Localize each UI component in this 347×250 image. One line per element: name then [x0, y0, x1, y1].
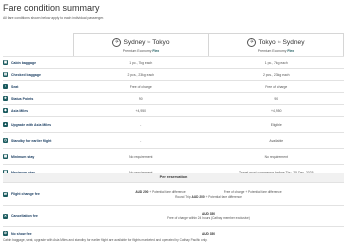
return-value: Available — [269, 138, 284, 143]
route-return: ✈ Tokyo to Sydney Premium Economy Flex — [209, 33, 344, 56]
table-row-asia-miles: ◆ Asia Miles +4,950 +4,950 — [3, 104, 344, 116]
page-subtitle: All fare conditions shown below apply to… — [3, 16, 105, 20]
route-to: Sydney — [282, 38, 305, 46]
route-to-word: to — [277, 40, 281, 44]
return-value: Eligible — [270, 122, 282, 127]
bag-icon: ▣ — [3, 60, 8, 65]
table-row-cabin-baggage: ▣ Cabin baggage 1 pc., 7kg each 1 pc., 7k… — [3, 56, 344, 68]
route-from: Sydney — [123, 38, 146, 46]
plane-icon: ✈ — [247, 37, 257, 47]
upgrade-icon: ▲ — [3, 122, 8, 127]
outbound-fee-extra: + Potential fare difference — [149, 189, 186, 194]
return-fee: Free of charge — [223, 189, 245, 194]
row-label: Minimum stay — [11, 154, 35, 159]
footnote: Cabin baggage, seat, upgrade with Asia M… — [3, 238, 208, 242]
calendar-icon: ▦ — [3, 154, 8, 159]
return-fee-extra: + Potential fare difference — [245, 189, 282, 194]
fare-type: Flex — [152, 48, 160, 53]
row-label: Cabin baggage — [11, 60, 37, 65]
suitcase-icon: ▤ — [3, 72, 8, 77]
per-reservation-table: ⇄ Flight change fee AUD 200 + Potential f… — [3, 182, 344, 240]
round-trip-extra: + Potential fare difference — [205, 194, 242, 199]
row-label: Cancellation fee — [11, 214, 38, 218]
row-label: Upgrade with Asia Miles — [11, 122, 52, 127]
outbound-value: Free of charge — [129, 84, 152, 89]
per-reservation-heading: Per reservation — [3, 173, 344, 182]
cabin-class: Premium Economy — [122, 48, 152, 53]
return-value: Free of charge — [265, 84, 288, 89]
page-title: Fare condition summary — [3, 3, 100, 13]
return-value: 90 — [274, 96, 279, 101]
no-show-fee: AUD 350 — [201, 231, 216, 236]
round-trip-label: Round Trip — [175, 194, 191, 199]
return-value: 1 pc., 7kg each — [264, 60, 288, 65]
table-row-minimum-stay: ▦ Minimum stay No requirement No requirem… — [3, 148, 344, 164]
route-from: Tokyo — [258, 38, 276, 46]
fare-type: Flex — [287, 48, 295, 53]
row-label: Seat — [11, 84, 19, 89]
return-value: +4,950 — [271, 108, 282, 113]
plane-icon: ✈ — [112, 37, 122, 47]
miles-icon: ◆ — [3, 108, 8, 113]
cancel-icon: ✕ — [3, 213, 8, 219]
row-label: No show fee — [11, 231, 32, 236]
outbound-value: 1 pc., 7kg each — [129, 60, 153, 65]
fare-conditions-table: ▣ Cabin baggage 1 pc., 7kg each 1 pc., 7k… — [3, 56, 344, 180]
table-row-cancellation: ✕ Cancellation fee AUD 350 Free of charge… — [3, 205, 344, 226]
no-show-icon: ⊘ — [3, 231, 8, 236]
route-to-word: to — [147, 40, 151, 44]
status-icon: ★ — [3, 96, 8, 101]
outbound-value: 90 — [138, 96, 143, 101]
table-row-status-points: ★ Status Points 90 90 — [3, 92, 344, 104]
route-to: Tokyo — [152, 38, 170, 46]
cabin-class: Premium Economy — [257, 48, 287, 53]
outbound-fee: AUD 200 — [135, 189, 149, 194]
outbound-value: No requirement — [129, 154, 153, 159]
table-row-upgrade: ▲ Upgrade with Asia Miles - Eligible — [3, 116, 344, 132]
table-row-flight-change: ⇄ Flight change fee AUD 200 + Potential f… — [3, 182, 344, 205]
row-label: Standby for earlier flight — [11, 138, 52, 143]
outbound-value: - — [140, 122, 142, 127]
route-outbound: ✈ Sydney to Tokyo Premium Economy Flex — [73, 33, 209, 56]
row-label: Checked baggage — [11, 72, 41, 77]
standby-icon: ◷ — [3, 138, 8, 143]
return-value: 2 pcs., 23kg each — [262, 72, 290, 77]
cancellation-note: Free of charge within 24 hours (Cathay m… — [167, 216, 250, 220]
row-label: Flight change fee — [11, 192, 40, 196]
flight-change-icon: ⇄ — [3, 191, 8, 197]
outbound-value: +4,950 — [135, 108, 146, 113]
return-value: No requirement — [264, 154, 288, 159]
outbound-value: 2 pcs., 23kg each — [127, 72, 155, 77]
table-row-checked-baggage: ▤ Checked baggage 2 pcs., 23kg each 2 pcs… — [3, 68, 344, 80]
row-label: Status Points — [11, 96, 34, 101]
table-row-standby: ◷ Standby for earlier flight - Available — [3, 132, 344, 148]
table-row-seat: ▪ Seat Free of charge Free of charge — [3, 80, 344, 92]
outbound-value: - — [140, 138, 142, 143]
round-trip-fee: AUD 200 — [191, 194, 205, 199]
seat-icon: ▪ — [3, 84, 8, 89]
route-header: ✈ Sydney to Tokyo Premium Economy Flex ✈… — [73, 33, 344, 56]
row-label: Asia Miles — [11, 108, 29, 113]
